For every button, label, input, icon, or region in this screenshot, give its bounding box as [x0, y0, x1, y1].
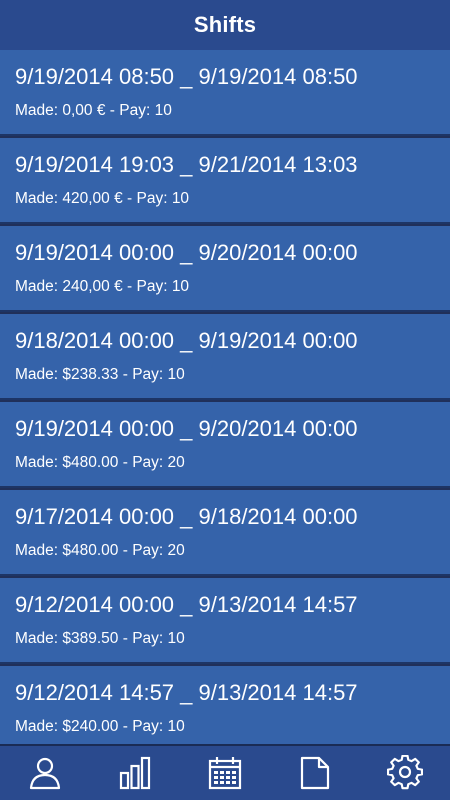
shift-summary: Made: $238.33 - Pay: 10 [15, 366, 185, 383]
tab-stats[interactable] [105, 748, 165, 798]
document-icon [300, 756, 330, 790]
shift-summary: Made: $389.50 - Pay: 10 [15, 630, 185, 647]
shift-range: 9/19/2014 00:00 _ 9/20/2014 00:00 [15, 240, 358, 265]
shift-range: 9/17/2014 00:00 _ 9/18/2014 00:00 [15, 504, 358, 529]
shift-range: 9/19/2014 00:00 _ 9/20/2014 00:00 [15, 416, 358, 441]
shift-range: 9/12/2014 14:57 _ 9/13/2014 14:57 [15, 680, 358, 705]
shift-summary: Made: $480.00 - Pay: 20 [15, 454, 185, 471]
tab-settings[interactable] [375, 748, 435, 798]
shift-list: 9/19/2014 08:50 _ 9/19/2014 08:50 Made: … [0, 50, 450, 744]
person-icon [29, 757, 61, 790]
shift-row[interactable]: 9/19/2014 19:03 _ 9/21/2014 13:03 Made: … [0, 138, 450, 224]
shift-row[interactable]: 9/18/2014 00:00 _ 9/19/2014 00:00 Made: … [0, 314, 450, 400]
shift-summary: Made: 240,00 € - Pay: 10 [15, 278, 190, 295]
shift-summary: Made: 0,00 € - Pay: 10 [15, 102, 172, 119]
shift-range: 9/12/2014 00:00 _ 9/13/2014 14:57 [15, 592, 358, 617]
tab-profile[interactable] [15, 748, 75, 798]
bar-chart-icon [119, 756, 151, 790]
shift-range: 9/19/2014 19:03 _ 9/21/2014 13:03 [15, 152, 358, 177]
tab-calendar[interactable] [195, 748, 255, 798]
calendar-icon [208, 757, 242, 790]
shift-summary: Made: $480.00 - Pay: 20 [15, 542, 185, 559]
shift-summary: Made: $240.00 - Pay: 10 [15, 718, 185, 735]
shift-row[interactable]: 9/12/2014 14:57 _ 9/13/2014 14:57 Made: … [0, 666, 450, 744]
shift-row[interactable]: 9/19/2014 00:00 _ 9/20/2014 00:00 Made: … [0, 402, 450, 488]
bottom-tab-bar [0, 744, 450, 800]
gear-icon [387, 755, 423, 790]
shift-summary: Made: 420,00 € - Pay: 10 [15, 190, 190, 207]
tab-report[interactable] [285, 748, 345, 798]
app-header: Shifts [0, 0, 450, 50]
shift-row[interactable]: 9/19/2014 08:50 _ 9/19/2014 08:50 Made: … [0, 50, 450, 136]
shift-row[interactable]: 9/17/2014 00:00 _ 9/18/2014 00:00 Made: … [0, 490, 450, 576]
shift-range: 9/19/2014 08:50 _ 9/19/2014 08:50 [15, 64, 358, 89]
shift-row[interactable]: 9/12/2014 00:00 _ 9/13/2014 14:57 Made: … [0, 578, 450, 664]
shift-row[interactable]: 9/19/2014 00:00 _ 9/20/2014 00:00 Made: … [0, 226, 450, 312]
shift-range: 9/18/2014 00:00 _ 9/19/2014 00:00 [15, 328, 358, 353]
page-title: Shifts [193, 12, 257, 37]
